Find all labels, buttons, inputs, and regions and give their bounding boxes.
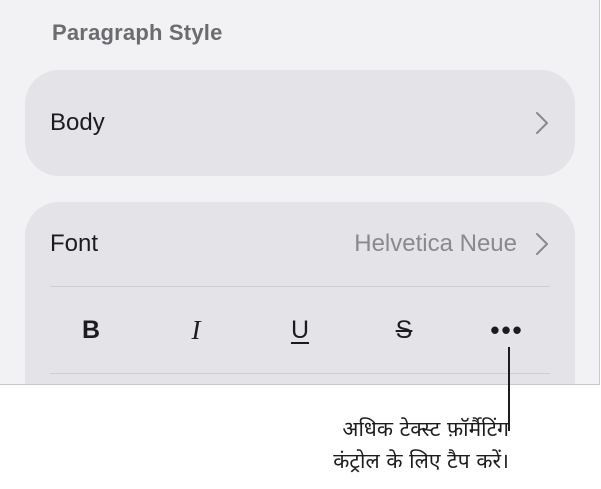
divider bbox=[50, 373, 550, 374]
font-row[interactable]: Font Helvetica Neue bbox=[25, 202, 575, 286]
font-card: Font Helvetica Neue B I U S ••• bbox=[25, 202, 575, 384]
font-label: Font bbox=[50, 230, 99, 257]
paragraph-style-card: Body bbox=[25, 70, 575, 176]
font-value: Helvetica Neue bbox=[354, 230, 517, 257]
strikethrough-button[interactable]: S bbox=[374, 287, 434, 373]
callout-text: अधिक टेक्स्ट फ़ॉर्मैटिंग कंट्रोल के लिए … bbox=[169, 413, 509, 477]
callout-line-1: अधिक टेक्स्ट फ़ॉर्मैटिंग bbox=[342, 417, 509, 441]
chevron-right-icon bbox=[536, 112, 548, 134]
chevron-right-icon bbox=[536, 233, 548, 255]
format-panel: Paragraph Style Body Font Helvetica Neue… bbox=[0, 0, 600, 385]
underline-button[interactable]: U bbox=[270, 287, 330, 373]
section-header-paragraph-style: Paragraph Style bbox=[52, 20, 223, 45]
bold-button[interactable]: B bbox=[61, 287, 121, 373]
paragraph-style-row[interactable]: Body bbox=[25, 70, 575, 176]
callout-line-2: कंट्रोल के लिए टैप करें। bbox=[333, 449, 509, 473]
italic-button[interactable]: I bbox=[166, 287, 226, 373]
text-format-toolbar: B I U S ••• bbox=[25, 287, 575, 373]
paragraph-style-value: Body bbox=[50, 109, 105, 136]
more-options-button[interactable]: ••• bbox=[477, 287, 537, 373]
